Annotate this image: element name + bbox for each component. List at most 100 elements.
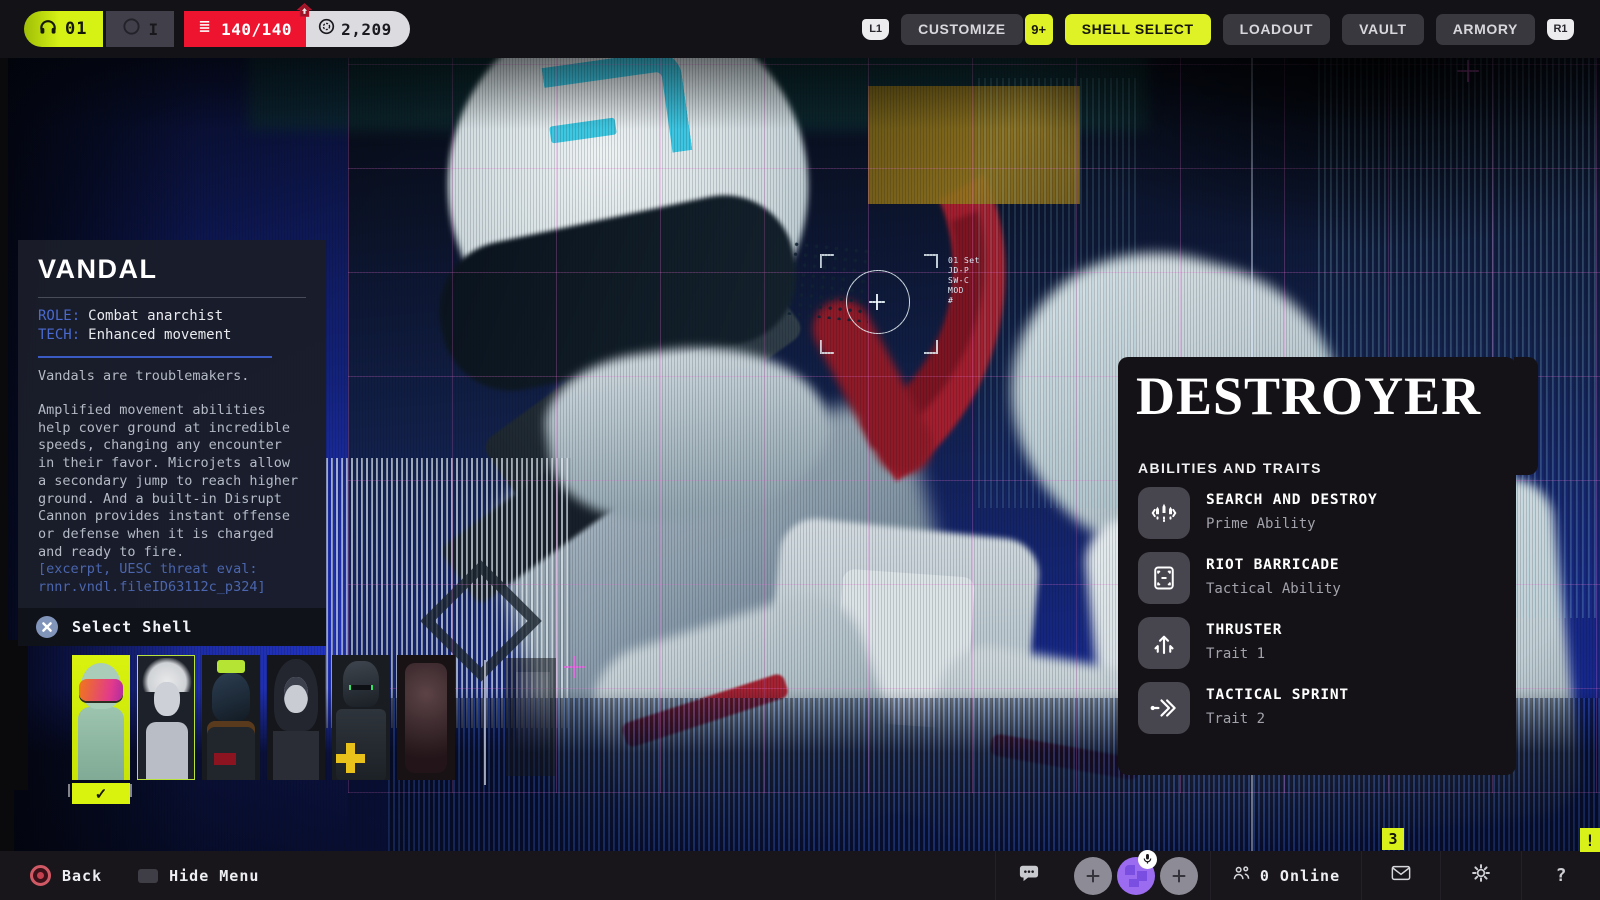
shell-name: VANDAL [38,254,158,285]
hide-menu-label: Hide Menu [169,867,259,885]
slot-number: I [148,20,158,39]
people-icon [1232,865,1251,887]
bottom-bar: Back Hide Menu [0,851,1600,900]
alert-badge[interactable]: ! [1580,828,1600,852]
mic-icon [1138,850,1157,869]
thumb-tick [68,784,70,797]
abilities-panel: DESTROYER ABILITIES AND TRAITS SEARCH AN… [1118,357,1516,775]
help-button[interactable]: ? [1522,851,1600,900]
shell-thumb[interactable] [332,655,390,780]
shell-thumbnail-row: ✓ [72,655,571,804]
party-slots [1062,851,1210,900]
thumb-tick [130,784,132,797]
shell-thumb-selected[interactable]: ✓ [72,655,130,804]
coin-icon [318,18,335,40]
back-label: Back [62,867,102,885]
tech-label: TECH: [38,327,80,343]
shell-thumb-locked[interactable] [506,658,564,776]
top-bar: 01 I 140/140 2,209 [0,0,1600,58]
circle-button-icon [30,865,51,886]
currency-badge: 2,209 [306,11,410,47]
mail-count-badge: 3 [1382,828,1404,850]
slot-badge: I [106,11,174,47]
player-avatar[interactable] [1117,857,1155,895]
shell-portrait[interactable] [137,655,195,780]
main-menu: L1 CUSTOMIZE 9+ SHELL SELECT LOADOUT VAU… [862,14,1574,45]
selected-check-icon: ✓ [72,783,130,804]
help-icon: ? [1556,865,1567,886]
headset-icon [38,17,58,42]
player-badge: 01 [24,11,103,47]
shell-portrait[interactable] [202,655,260,780]
ability-row-trait1[interactable]: THRUSTER Trait 1 [1138,617,1498,669]
l1-shoulder-button-icon: L1 [862,19,889,40]
capacity-value: 140/140 [221,20,292,39]
gear-icon [1471,863,1491,888]
online-status[interactable]: 0 Online [1211,851,1361,900]
shell-excerpt: [excerpt, UESC threat eval: rnnr.vndl.fi… [38,561,300,596]
tab-vault[interactable]: VAULT [1342,14,1424,45]
shell-tech: TECH: Enhanced movement [38,327,231,343]
capacity-badge: 140/140 [184,11,306,47]
select-shell-label: Select Shell [72,618,192,636]
shell-portrait[interactable] [506,658,556,776]
chat-button[interactable] [996,851,1062,900]
shell-info-panel: VANDAL ROLE: Combat anarchist TECH: Enhanc… [18,240,326,646]
shell-thumb-dimmed[interactable] [397,655,455,780]
shell-portrait[interactable] [267,655,325,780]
thumbnail-divider [484,660,486,785]
select-shell-action[interactable]: Select Shell [18,608,326,646]
shell-tagline: Vandals are troublemakers. [38,368,249,384]
shell-title-destroyer: DESTROYER [1136,365,1481,427]
shell-portrait[interactable] [72,655,130,780]
shell-thumb-hovered[interactable] [137,655,195,780]
ability-row-tactical[interactable]: RIOT BARRICADE Tactical Ability [1138,552,1498,604]
shell-portrait[interactable] [397,655,455,780]
currency-value: 2,209 [341,20,392,39]
divider [38,297,306,298]
shell-portrait[interactable] [332,655,390,780]
search-and-destroy-icon [1138,487,1190,539]
mail-button[interactable]: 3 [1362,851,1440,900]
hide-menu-toggle[interactable]: Hide Menu [138,867,259,885]
player-number: 01 [65,19,87,39]
tactical-sprint-icon [1138,682,1190,734]
status-badges: 01 I 140/140 2,209 [24,11,410,47]
role-value: Combat anarchist [88,308,223,324]
tab-customize[interactable]: CUSTOMIZE [901,14,1023,45]
frame-corner [0,640,28,790]
abilities-section-title: ABILITIES AND TRAITS [1138,460,1322,476]
mail-icon [1391,865,1411,886]
cross-button-icon [36,616,58,638]
frame-corner [0,780,14,855]
shell-select-screen: 01 I 140/140 2,209 [0,0,1600,900]
riot-barricade-icon [1138,552,1190,604]
shell-role: ROLE: Combat anarchist [38,308,223,324]
tab-shell-select[interactable]: SHELL SELECT [1065,14,1211,45]
online-count: 0 Online [1260,867,1340,885]
r1-shoulder-button-icon: R1 [1547,19,1574,40]
settings-button[interactable] [1441,851,1521,900]
role-label: ROLE: [38,308,80,324]
tab-loadout[interactable]: LOADOUT [1223,14,1330,45]
customize-count-badge: 9+ [1025,14,1053,45]
thruster-icon [1138,617,1190,669]
customize-tab-group: CUSTOMIZE 9+ [901,14,1053,45]
touchpad-icon [138,869,158,883]
tab-armory[interactable]: ARMORY [1436,14,1535,45]
circle-icon [122,17,141,41]
stack-icon [198,19,213,39]
shell-description: Amplified movement abilities help cover … [38,402,300,561]
add-party-member-button[interactable] [1074,857,1112,895]
chat-icon [1018,863,1040,888]
back-button[interactable]: Back [30,865,102,886]
abilities-panel-tab [1514,357,1538,475]
shelter-icon [296,2,313,24]
divider-accent [38,356,272,358]
shell-thumb[interactable] [267,655,325,780]
tech-value: Enhanced movement [88,327,231,343]
ability-row-trait2[interactable]: TACTICAL SPRINT Trait 2 [1138,682,1498,734]
add-party-member-button[interactable] [1160,857,1198,895]
ability-row-prime[interactable]: SEARCH AND DESTROY Prime Ability [1138,487,1498,539]
shell-thumb[interactable] [202,655,260,780]
